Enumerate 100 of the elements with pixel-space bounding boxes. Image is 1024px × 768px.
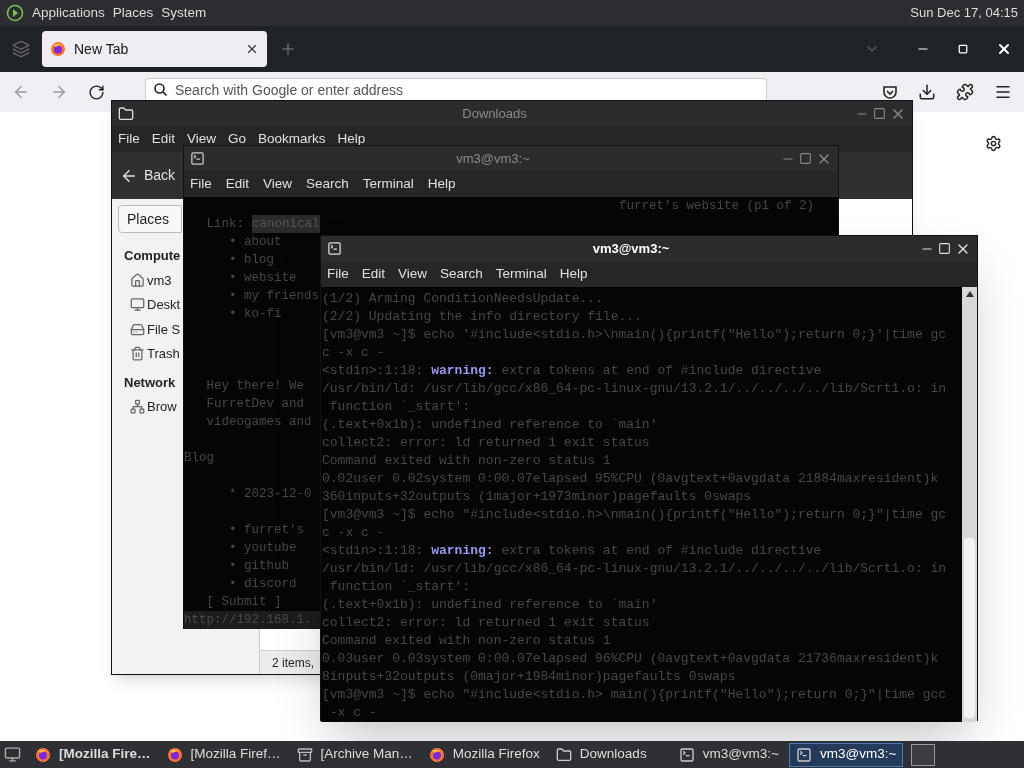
download-icon[interactable]	[918, 83, 936, 101]
pocket-icon[interactable]	[882, 84, 898, 100]
terminal-line: [vm3@vm3 ~]$ echo '#include<stdio.h>\nmain(){printf("Hello");return 0;}'|time gc	[322, 326, 947, 344]
terminal-line: • blog	[228, 252, 274, 269]
taskbar-item[interactable]: Downloads	[549, 742, 653, 767]
sidebar-item[interactable]: File S	[147, 319, 181, 339]
terminal-line: <stdin>:1:18: warning: extra tokens at end of #include directive	[322, 542, 822, 560]
terminal-line: 0.03user 0.03system 0:00.07elapsed 96%CPU (0avgtext+0avgdata 21736maxresident)k	[322, 650, 939, 668]
menu-item[interactable]: View	[398, 263, 428, 285]
tab-overview-icon[interactable]	[12, 40, 30, 58]
taskbar-item[interactable]: [Archive Man…	[290, 742, 419, 767]
window-title: vm3@vm3:~	[591, 239, 671, 258]
terminal-line: 0.02user 0.02system 0:00.07elapsed 95%CPU (0avgtext+0avgdata 21884maxresident)k	[322, 470, 939, 488]
sidebar-item[interactable]: Brow	[147, 397, 177, 417]
sidebar-item[interactable]: Deskt	[147, 295, 181, 315]
terminal-line: * 2023-12-0	[228, 486, 312, 503]
terminal-line: • github	[228, 558, 290, 575]
sidebar-header: Compute	[123, 247, 181, 265]
menu-item[interactable]: View	[187, 128, 217, 150]
menu-item[interactable]: Help	[559, 263, 588, 285]
terminal-line: (.text+0x1b): undefined reference to `main'	[322, 596, 658, 614]
taskbar-item[interactable]: [Mozilla Fire…	[29, 742, 157, 767]
menu-item[interactable]: Bookmarks	[258, 128, 326, 150]
menu-item[interactable]: Terminal	[495, 263, 547, 285]
terminal-line: [ Submit ]	[205, 594, 282, 611]
terminal-line: c -x c -	[322, 344, 385, 362]
close-tab-icon[interactable]	[245, 42, 259, 56]
menu-item[interactable]: Go	[228, 128, 247, 150]
terminal-line: function `_start':	[328, 398, 471, 416]
window-title: vm3@vm3:~	[455, 149, 531, 168]
extensions-icon[interactable]	[956, 83, 974, 101]
menu-item[interactable]: Help	[427, 173, 456, 195]
taskbar-item[interactable]: [Mozilla Firef…	[160, 742, 287, 767]
clock[interactable]: Sun Dec 17, 04:15	[910, 3, 1018, 23]
archive-icon	[296, 746, 313, 763]
terminal-line: 8inputs+32outputs (0major+1984minor)pagefaults 0swaps	[322, 668, 736, 686]
menu-item[interactable]: Edit	[361, 263, 386, 285]
terminal-line: Command exited with non-zero status 1	[322, 632, 611, 650]
sidebar-item[interactable]: vm3	[147, 270, 172, 290]
terminal-line: collect2: error: ld returned 1 exit status	[322, 614, 650, 632]
terminal-line: Hey there! We	[205, 378, 305, 395]
reload-icon[interactable]	[88, 83, 105, 101]
menu-item[interactable]: Terminal	[362, 173, 414, 195]
terminal-line: (2/2) Updating the info directory file...	[322, 308, 642, 326]
menu-item[interactable]: File	[118, 128, 140, 150]
places-selector[interactable]: Places	[118, 205, 182, 233]
menu-item[interactable]: File	[190, 173, 212, 195]
taskbar-item[interactable]: vm3@vm3:~	[789, 742, 904, 767]
browser-tab[interactable]: New Tab	[42, 31, 267, 67]
menu-item[interactable]: Search	[306, 173, 349, 195]
folder-icon	[555, 746, 572, 763]
browser-logo-icon	[35, 746, 51, 763]
address-bar[interactable]: Search with Google or enter address	[145, 78, 767, 100]
sidebar-item[interactable]: Trash	[147, 344, 180, 364]
terminal-line: • about	[228, 234, 282, 251]
taskbar-item[interactable]: Mozilla Firefox	[422, 742, 546, 767]
menu-item[interactable]: Search	[440, 263, 483, 285]
page-title: furret's website (p1 of 2)	[618, 198, 814, 215]
terminal-line: Link:	[205, 216, 244, 233]
distro-logo-icon[interactable]	[6, 4, 24, 22]
status-text: 2 items,	[272, 654, 314, 672]
sidebar-header: Network	[123, 373, 176, 392]
network-icon	[130, 399, 145, 415]
panel-menu[interactable]: System	[161, 2, 207, 24]
terminal-line: [vm3@vm3 ~]$ echo "#include<stdio.h> main(){printf("Hello");return 0;}"|time gcc	[322, 686, 947, 704]
terminal-line: • my friends	[228, 288, 320, 305]
menu-item[interactable]: Help	[337, 128, 366, 150]
terminal-line: [vm3@vm3 ~]$ echo "#include<stdio.h>\nmain(){printf("Hello");return 0;}"|time gc	[322, 506, 947, 524]
menu-item[interactable]: Edit	[225, 173, 250, 195]
back-button[interactable]: Back	[120, 161, 176, 190]
menu-item[interactable]: Edit	[151, 128, 176, 150]
terminal-icon	[796, 746, 812, 763]
taskbar-item[interactable]: vm3@vm3:~	[672, 742, 785, 767]
workspace-switcher[interactable]	[911, 743, 936, 766]
terminal-line: • discord	[228, 576, 297, 593]
menu-item[interactable]: File	[327, 263, 349, 285]
search-icon	[154, 83, 167, 96]
terminal-icon	[327, 241, 342, 256]
terminal-line: /usr/bin/ld: /usr/lib/gcc/x86_64-pc-linux-gnu/13.2.1/../../../../lib/Scrt1.o: in	[322, 380, 947, 398]
menu-item[interactable]: View	[263, 173, 293, 195]
scrollbar[interactable]	[962, 287, 977, 722]
window-title: Downloads	[461, 104, 528, 123]
settings-icon[interactable]	[985, 135, 1002, 152]
panel-menu[interactable]: Places	[112, 2, 154, 24]
terminal-line: Blog	[184, 450, 214, 467]
home-folder-icon	[130, 272, 145, 288]
terminal-line: c -x c -	[322, 524, 385, 542]
panel-menu[interactable]: Applications	[32, 2, 105, 24]
scrollbar-thumb[interactable]	[964, 538, 975, 718]
terminal-line: collect2: error: ld returned 1 exit status	[322, 434, 650, 452]
browser-logo-icon	[166, 746, 183, 763]
desktop-icon	[130, 297, 145, 313]
drive-icon	[130, 321, 145, 337]
terminal-icon	[190, 151, 205, 166]
scroll-up-arrow-icon[interactable]	[965, 291, 974, 297]
terminal-line: Command exited with non-zero status 1	[322, 452, 611, 470]
show-desktop-icon[interactable]	[4, 746, 21, 763]
menu-icon[interactable]	[994, 83, 1012, 101]
terminal-line: videogames and	[205, 414, 312, 431]
close-icon[interactable]	[996, 41, 1012, 57]
